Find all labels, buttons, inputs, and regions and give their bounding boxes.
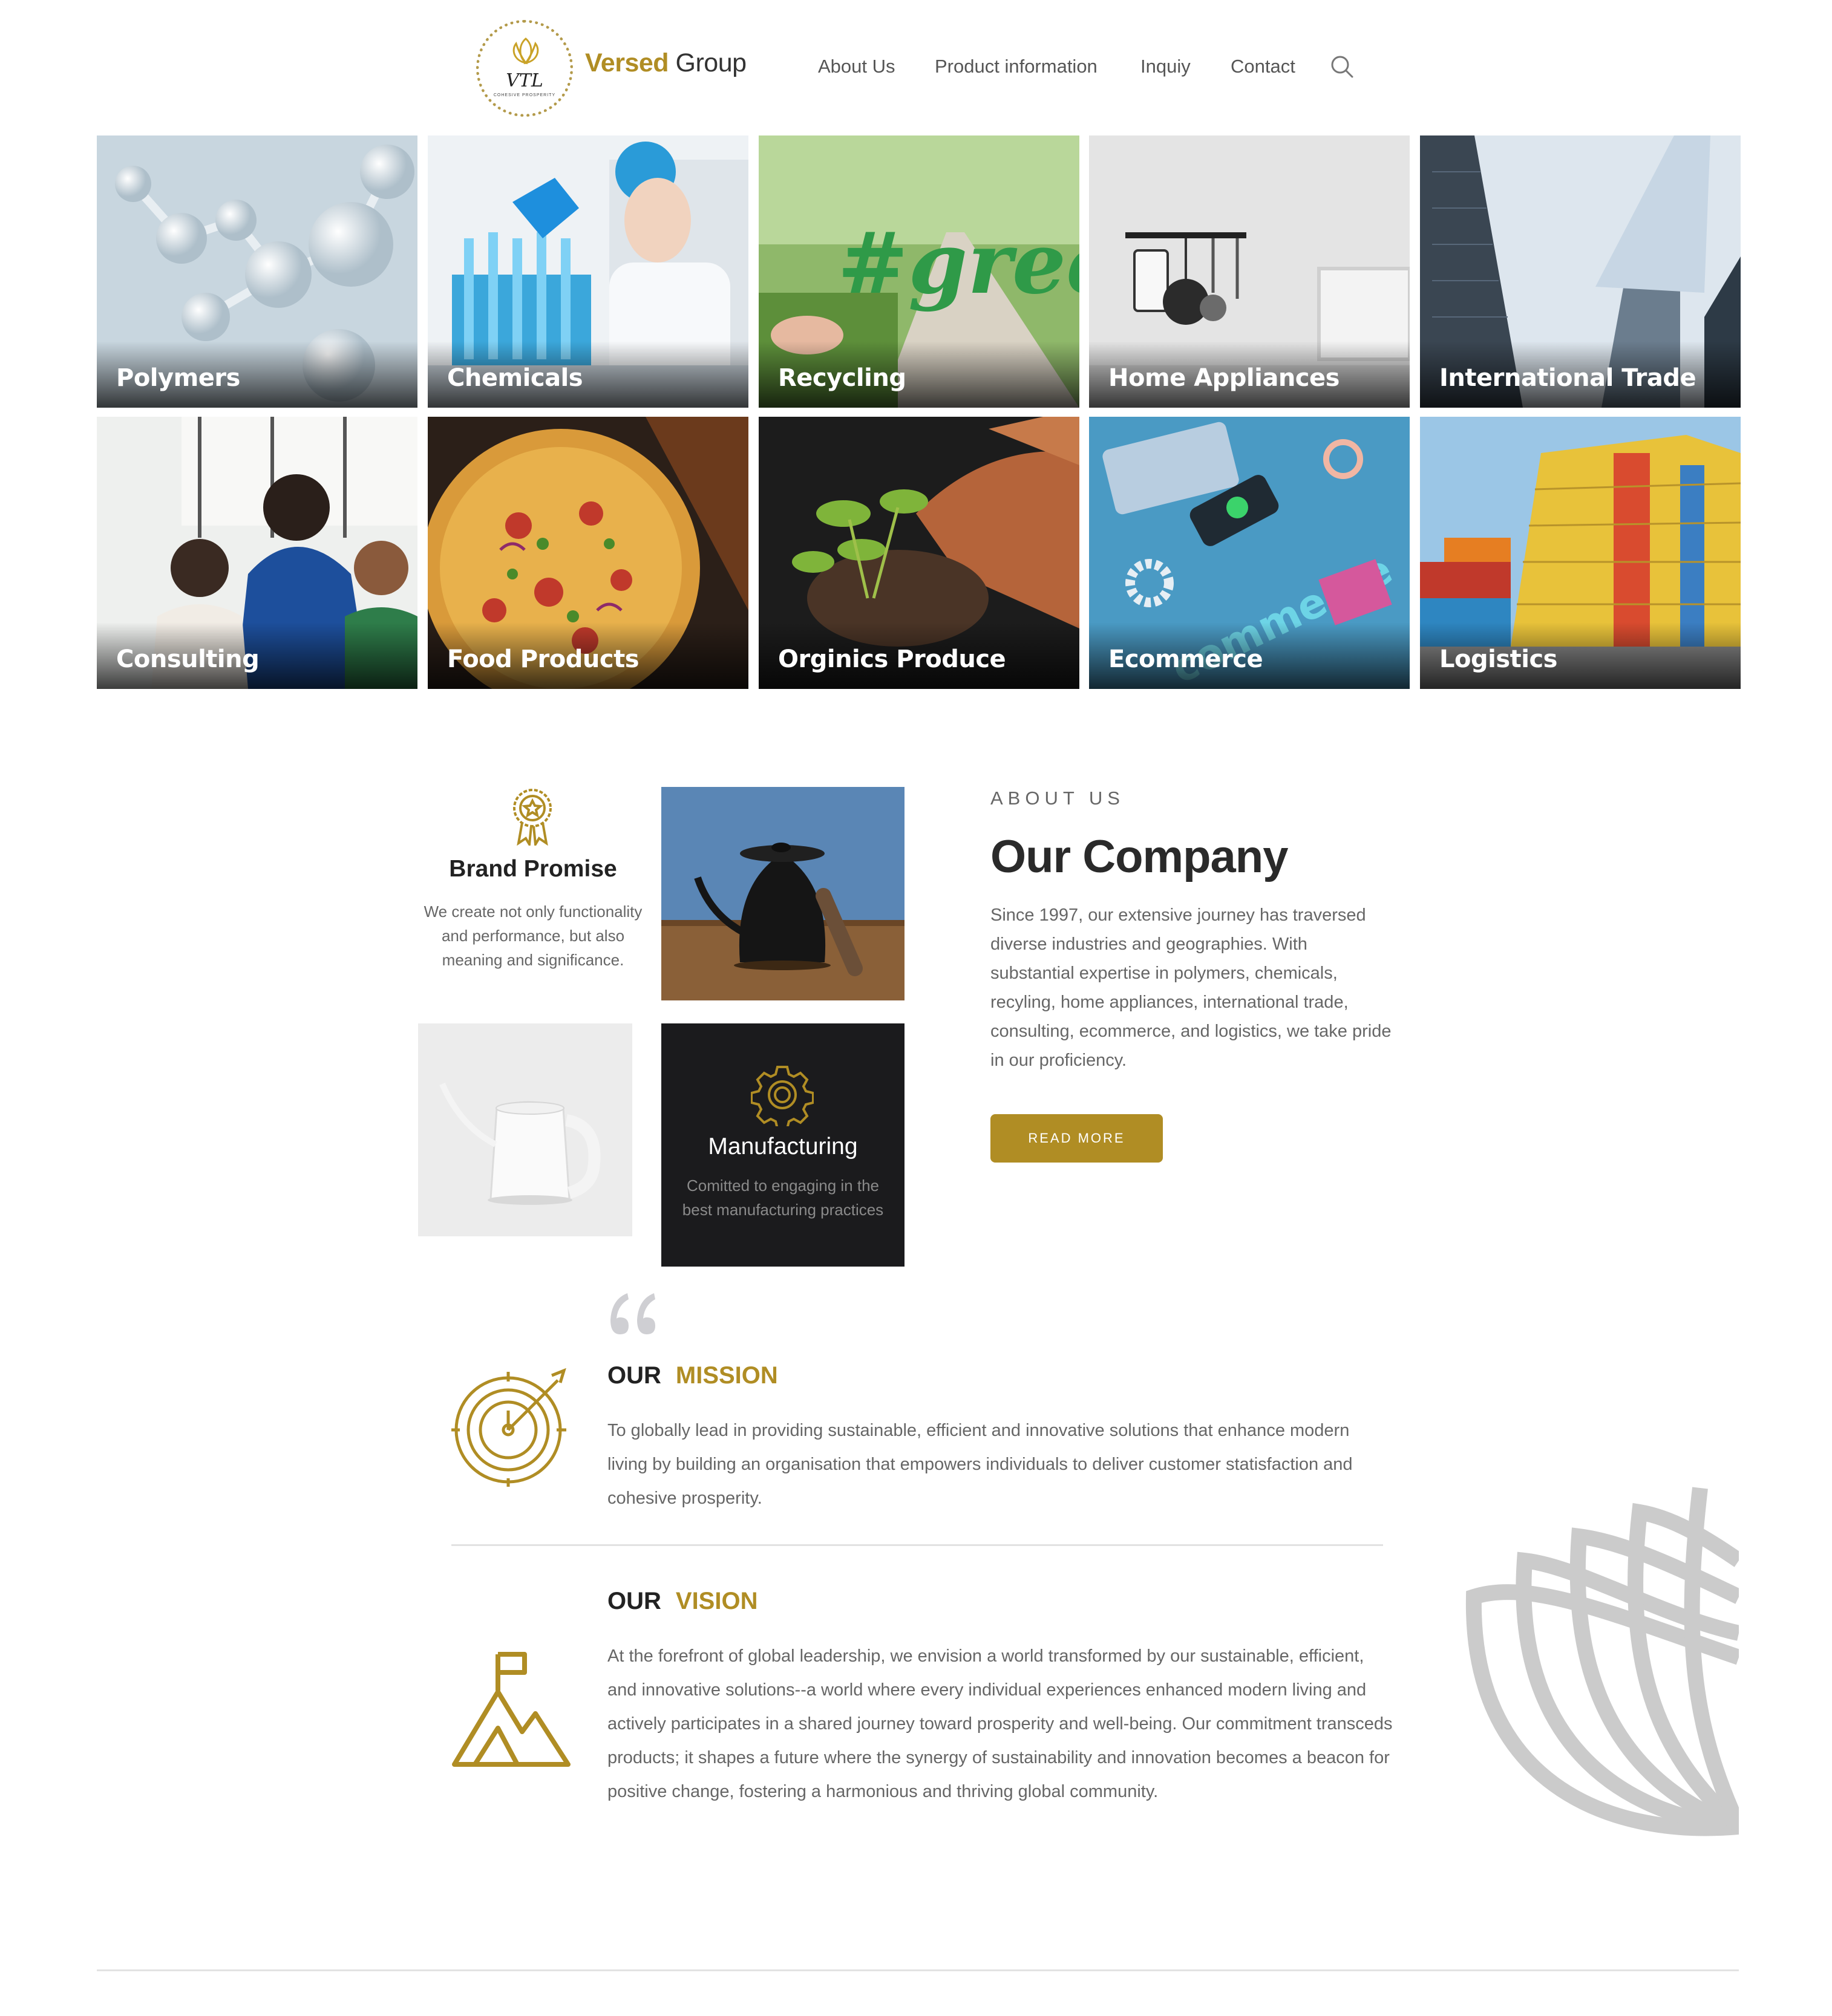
nav-contact[interactable]: Contact xyxy=(1231,56,1295,77)
brand-name-part1: Versed xyxy=(585,48,669,77)
category-tile-international-trade[interactable]: International Trade xyxy=(1420,135,1741,408)
vision-heading: OUR VISION xyxy=(607,1588,757,1615)
category-label: Orginics Produce xyxy=(778,645,1006,673)
quote-icon xyxy=(610,1293,655,1334)
about-title: Our Company xyxy=(990,831,1288,882)
category-tile-ecommerce[interactable]: commerce Ecommerce xyxy=(1089,417,1410,689)
category-tile-logistics[interactable]: Logistics xyxy=(1420,417,1741,689)
mission-heading-word2: MISSION xyxy=(675,1362,778,1389)
black-kettle-image xyxy=(661,787,905,1000)
category-label: Chemicals xyxy=(447,364,583,392)
category-tile-home-appliances[interactable]: Home Appliances xyxy=(1089,135,1410,408)
nav-inquiry[interactable]: Inquiy xyxy=(1140,56,1191,77)
nav-about-us[interactable]: About Us xyxy=(818,56,895,77)
search-icon[interactable] xyxy=(1330,54,1354,79)
logo-tagline: COHESIVE PROSPERITY xyxy=(493,93,556,97)
lotus-icon xyxy=(512,38,539,65)
vision-text: At the forefront of global leadership, w… xyxy=(607,1646,1393,1801)
category-tile-consulting[interactable]: Consulting xyxy=(97,417,417,689)
about-text: Since 1997, our extensive journey has tr… xyxy=(990,905,1392,1070)
manufacturing-text: Comitted to engaging in the best manufac… xyxy=(682,1176,884,1219)
category-label: Home Appliances xyxy=(1108,364,1340,392)
mountain-flag-icon xyxy=(452,1652,571,1767)
white-kettle-image xyxy=(418,1023,632,1236)
mission-heading-word1: OUR xyxy=(607,1362,661,1389)
manufacturing-card: Manufacturing Comitted to engaging in th… xyxy=(661,1023,905,1267)
target-icon xyxy=(451,1368,566,1487)
category-tile-chemicals[interactable]: Chemicals xyxy=(428,135,748,408)
mission-text: To globally lead in providing sustainabl… xyxy=(607,1421,1353,1508)
vision-heading-word2: VISION xyxy=(675,1588,758,1614)
manufacturing-title: Manufacturing xyxy=(708,1134,858,1160)
section-divider xyxy=(451,1544,1383,1546)
mission-heading: OUR MISSION xyxy=(607,1362,778,1389)
brand-name[interactable]: Versed Group xyxy=(585,48,747,78)
category-tile-recycling[interactable]: #green Recycling xyxy=(759,135,1079,408)
vision-heading-word1: OUR xyxy=(607,1588,661,1614)
logo[interactable]: VTL COHESIVE PROSPERITY xyxy=(476,20,573,117)
category-label: Food Products xyxy=(447,645,640,673)
category-label: Consulting xyxy=(116,645,260,673)
category-tile-food-products[interactable]: Food Products xyxy=(428,417,748,689)
lotus-icon xyxy=(1465,1487,1739,1836)
category-tile-polymers[interactable]: Polymers xyxy=(97,135,417,408)
category-label: Ecommerce xyxy=(1108,645,1263,673)
category-label: Recycling xyxy=(778,364,906,392)
brand-promise-title: Brand Promise xyxy=(449,856,617,882)
gear-icon xyxy=(751,1066,814,1126)
award-icon xyxy=(513,789,552,846)
footer-divider xyxy=(97,1969,1739,1971)
category-label: Polymers xyxy=(116,364,240,392)
about-eyebrow: ABOUT US xyxy=(990,788,1125,809)
nav-product-information[interactable]: Product information xyxy=(935,56,1098,77)
svg-text:#green: #green xyxy=(837,214,1079,313)
brand-name-part2: Group xyxy=(669,48,747,77)
category-tile-orginics-produce[interactable]: Orginics Produce xyxy=(759,417,1079,689)
brand-promise-text: We create not only functionality and per… xyxy=(424,902,643,969)
category-label: Logistics xyxy=(1439,645,1557,673)
read-more-button[interactable]: READ MORE xyxy=(990,1114,1163,1163)
category-label: International Trade xyxy=(1439,364,1696,392)
logo-monogram: VTL xyxy=(506,70,543,91)
